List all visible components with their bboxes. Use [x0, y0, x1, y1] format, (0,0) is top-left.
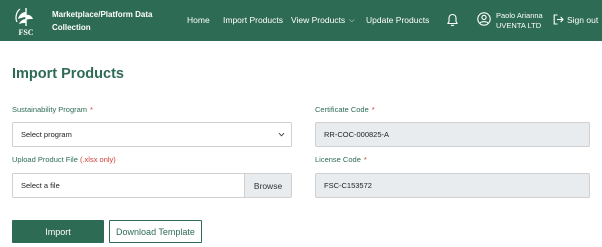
app-title-line2: Collection — [52, 23, 91, 32]
upload-label-text: Upload Product File — [12, 155, 78, 164]
required-mark: * — [371, 105, 375, 114]
browse-button[interactable]: Browse — [244, 174, 291, 197]
upload-label: Upload Product File (.xlsx only) — [12, 155, 116, 164]
nav-home[interactable]: Home — [187, 15, 210, 25]
svg-text:FSC: FSC — [18, 28, 33, 37]
chevron-down-icon: ⌵ — [349, 17, 355, 24]
sustainability-program-select[interactable]: Select program — [12, 122, 292, 147]
nav-import-products[interactable]: Import Products — [223, 15, 283, 25]
nav-view-products[interactable]: View Products ⌵ — [291, 15, 355, 26]
license-label-text: License Code — [315, 155, 361, 164]
sign-out-icon — [553, 14, 564, 25]
program-selected-value: Select program — [21, 130, 72, 139]
user-icon[interactable] — [477, 12, 491, 26]
program-label-text: Sustainability Program — [12, 105, 88, 114]
certificate-label-text: Certificate Code — [315, 105, 369, 114]
app-title-line1: Marketplace/Platform Data — [52, 10, 153, 19]
nav-update-products[interactable]: Update Products — [366, 15, 429, 25]
license-label: License Code * — [315, 155, 367, 164]
app-title: Marketplace/Platform Data Collection — [52, 8, 182, 34]
chevron-down-icon — [278, 132, 285, 137]
program-label: Sustainability Program * — [12, 105, 93, 114]
license-code-field[interactable]: FSC-C153572 — [315, 173, 590, 198]
fsc-logo[interactable]: FSC — [10, 5, 42, 37]
user-name: Paolo Arianna — [496, 11, 543, 20]
required-mark: * — [363, 155, 367, 164]
user-company: UVENTA LTD — [496, 21, 542, 30]
certificate-code-field[interactable]: RR-COC-000825-A — [315, 122, 590, 147]
bell-icon[interactable] — [446, 13, 459, 27]
import-button[interactable]: Import — [12, 220, 104, 243]
required-mark: * — [90, 105, 93, 114]
file-upload-input[interactable]: Select a file Browse — [12, 173, 292, 198]
nav-view-products-label: View Products — [291, 15, 346, 25]
user-info[interactable]: Paolo Arianna UVENTA LTD — [496, 11, 543, 31]
page-title: Import Products — [12, 66, 124, 82]
upload-hint: (.xlsx only) — [79, 155, 116, 164]
download-template-button[interactable]: Download Template — [109, 220, 202, 243]
sign-out-label: Sign out — [567, 15, 599, 25]
sign-out-button[interactable]: Sign out — [553, 14, 598, 25]
top-navigation-bar: FSC Marketplace/Platform Data Collection… — [0, 0, 602, 41]
file-name-text: Select a file — [21, 181, 60, 190]
certificate-label: Certificate Code * — [315, 105, 375, 114]
